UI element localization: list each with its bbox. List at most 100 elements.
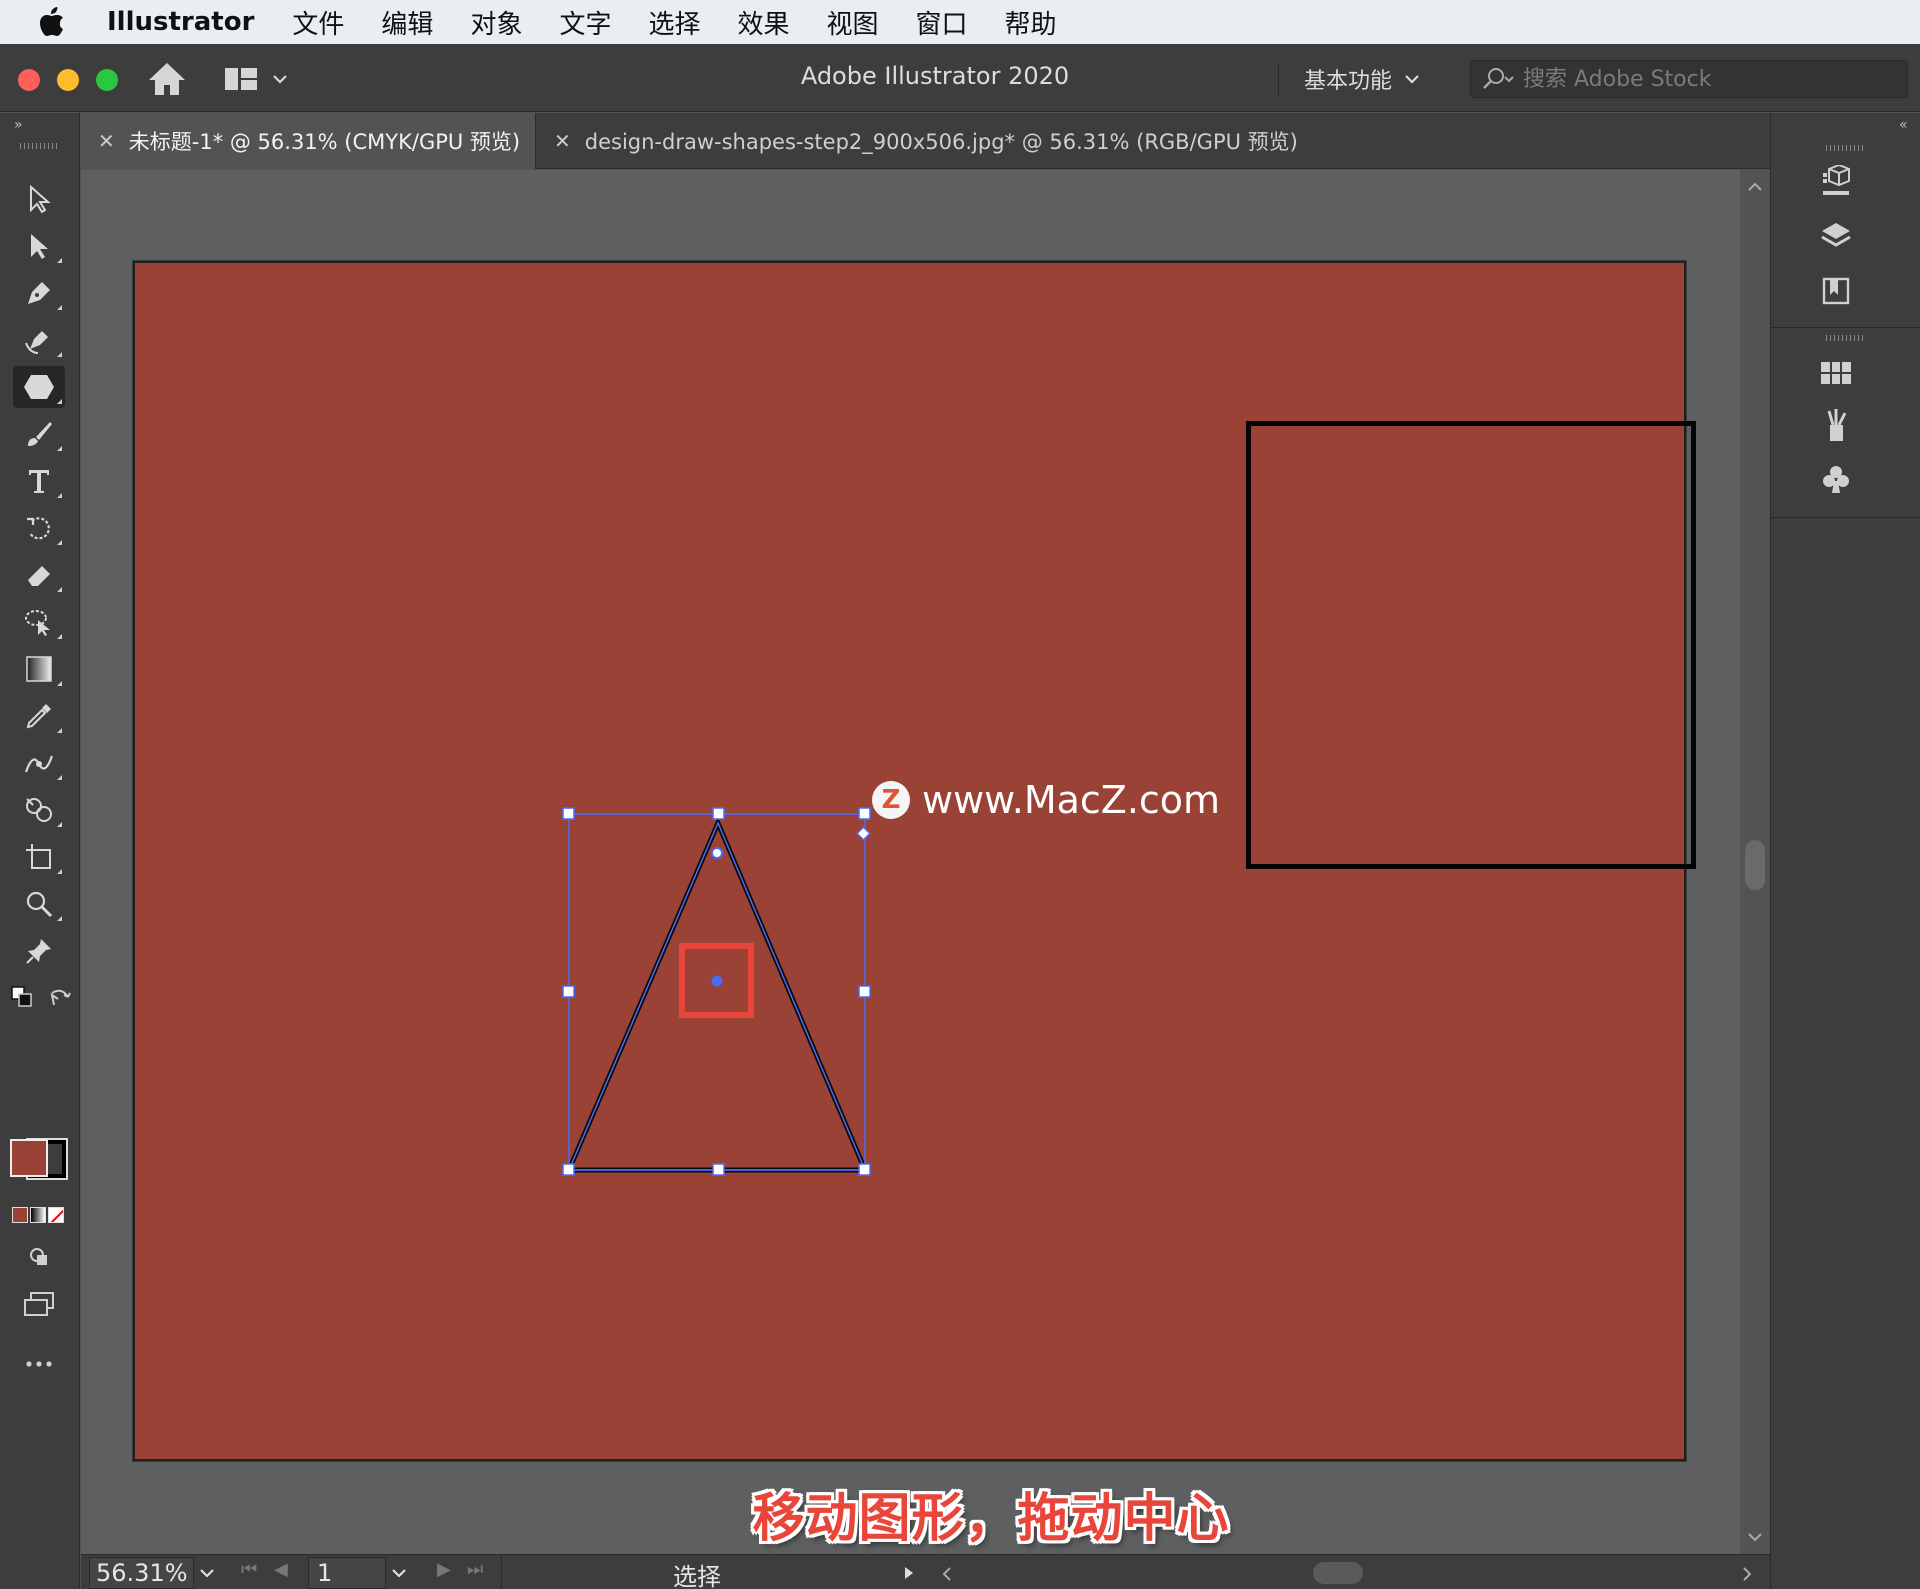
- zoom-level-value: 56.31%: [96, 1559, 188, 1587]
- search-icon: [1483, 68, 1514, 89]
- resize-handle-right[interactable]: [858, 985, 871, 998]
- artboard-tool-icon[interactable]: [13, 836, 65, 878]
- close-window-button[interactable]: [18, 69, 40, 91]
- close-tab-icon[interactable]: ✕: [98, 129, 115, 153]
- close-tab-icon[interactable]: ✕: [554, 129, 571, 153]
- zoom-dropdown-icon[interactable]: [199, 1567, 215, 1579]
- zoom-level-field[interactable]: 56.31%: [89, 1557, 194, 1589]
- resize-handle-bottom-left[interactable]: [562, 1163, 575, 1176]
- scroll-up-icon[interactable]: [1747, 182, 1763, 192]
- macos-menu-bar: Illustrator 文件 编辑 对象 文字 选择 效果 视图 窗口 帮助: [0, 0, 1920, 44]
- home-icon[interactable]: [146, 60, 188, 98]
- arrange-documents-icon: [225, 68, 257, 90]
- stock-search-box[interactable]: [1470, 60, 1908, 98]
- horizontal-scroll-thumb[interactable]: [1313, 1562, 1363, 1584]
- polygon-tool-icon[interactable]: [13, 366, 65, 408]
- next-artboard-icon[interactable]: ▶: [437, 1559, 451, 1580]
- eraser-tool-icon[interactable]: [13, 554, 65, 596]
- vertical-scrollbar[interactable]: [1740, 170, 1770, 1554]
- panel-grip[interactable]: [1826, 145, 1864, 151]
- lasso-select-tool-icon[interactable]: [13, 601, 65, 643]
- watermark-logo: Z: [872, 781, 910, 819]
- first-artboard-icon[interactable]: ⏮: [241, 1559, 257, 1580]
- brushes-panel-icon[interactable]: [1811, 403, 1861, 447]
- artboard-dropdown-icon[interactable]: [391, 1567, 407, 1579]
- menu-object[interactable]: 对象: [470, 4, 522, 41]
- menu-effect[interactable]: 效果: [737, 4, 789, 41]
- selection-tool-icon[interactable]: [13, 178, 65, 220]
- watermark-text: www.MacZ.com: [922, 778, 1221, 822]
- apple-menu-icon[interactable]: [22, 0, 82, 44]
- libraries-panel-icon[interactable]: [1811, 269, 1861, 313]
- menu-app-name[interactable]: Illustrator: [107, 7, 254, 37]
- scroll-down-icon[interactable]: [1747, 1532, 1763, 1542]
- collapse-panel-icon[interactable]: »: [14, 117, 23, 133]
- menu-file[interactable]: 文件: [292, 4, 344, 41]
- resize-handle-bottom-right[interactable]: [858, 1163, 871, 1176]
- vertical-scroll-thumb[interactable]: [1745, 840, 1765, 890]
- panel-grip[interactable]: [1826, 335, 1864, 341]
- document-canvas[interactable]: Z www.MacZ.com 移动图形，拖动中心点: [81, 170, 1753, 1554]
- last-artboard-icon[interactable]: ⏭: [467, 1559, 483, 1580]
- artboard-number-field[interactable]: 1: [308, 1557, 386, 1589]
- zoom-tool-icon[interactable]: [13, 883, 65, 925]
- draw-mode-icon[interactable]: [13, 1236, 65, 1278]
- symbols-panel-icon[interactable]: [1811, 457, 1861, 501]
- color-mode-icon[interactable]: [12, 1207, 28, 1223]
- previous-artboard-icon[interactable]: ◀: [274, 1559, 288, 1580]
- menu-window[interactable]: 窗口: [916, 4, 968, 41]
- default-colors-icon[interactable]: [10, 985, 34, 1013]
- tools-panel: »: [0, 113, 80, 1589]
- rotate-tool-icon[interactable]: [13, 507, 65, 549]
- arrange-documents-button[interactable]: [224, 64, 294, 94]
- gradient-mode-icon[interactable]: [30, 1207, 46, 1223]
- eyedropper-tool-icon[interactable]: [13, 695, 65, 737]
- color-mode-buttons: [12, 1207, 64, 1223]
- menu-select[interactable]: 选择: [648, 4, 700, 41]
- polygon-sides-widget[interactable]: [856, 826, 871, 841]
- gradient-tool-icon[interactable]: [13, 648, 65, 690]
- shape-builder-tool-icon[interactable]: [13, 789, 65, 831]
- zoom-window-button[interactable]: [96, 69, 118, 91]
- properties-panel-icon[interactable]: [1811, 161, 1861, 205]
- pen-tool-icon[interactable]: [13, 272, 65, 314]
- tab-untitled-1[interactable]: ✕ 未标题-1* @ 56.31% (CMYK/GPU 预览): [80, 113, 535, 169]
- blend-tool-icon[interactable]: [13, 742, 65, 784]
- status-menu-icon[interactable]: [903, 1565, 915, 1581]
- panel-grip[interactable]: [20, 143, 58, 149]
- menu-edit[interactable]: 编辑: [381, 4, 433, 41]
- layers-panel-icon[interactable]: [1811, 215, 1861, 259]
- screen-mode-icon[interactable]: [13, 1283, 65, 1325]
- scroll-right-icon[interactable]: [1741, 1566, 1753, 1582]
- resize-handle-left[interactable]: [562, 985, 575, 998]
- expand-panels-icon[interactable]: «: [1899, 117, 1908, 133]
- tab-design-draw-shapes[interactable]: ✕ design-draw-shapes-step2_900x506.jpg* …: [535, 113, 1365, 169]
- swap-colors-icon[interactable]: [48, 985, 74, 1013]
- menu-type[interactable]: 文字: [559, 4, 611, 41]
- scroll-left-icon[interactable]: [941, 1566, 953, 1582]
- status-bar: 56.31% ⏮ ◀ 1 ▶ ⏭ 选择: [81, 1554, 1770, 1589]
- center-point-handle[interactable]: [711, 975, 723, 987]
- menu-view[interactable]: 视图: [827, 4, 879, 41]
- swatches-panel-icon[interactable]: [1811, 351, 1861, 395]
- horizontal-scrollbar[interactable]: [941, 1558, 1761, 1588]
- more-tools-icon[interactable]: [13, 1343, 65, 1385]
- live-corner-widget[interactable]: [711, 847, 723, 859]
- workspace-switcher[interactable]: 基本功能: [1278, 62, 1458, 96]
- type-tool-icon[interactable]: [13, 460, 65, 502]
- minimize-window-button[interactable]: [57, 69, 79, 91]
- paintbrush-tool-icon[interactable]: [13, 413, 65, 455]
- pin-tool-icon[interactable]: [13, 930, 65, 972]
- bounding-box: [568, 813, 866, 1171]
- triangle-shape[interactable]: [565, 816, 869, 1173]
- resize-handle-top[interactable]: [712, 807, 725, 820]
- direct-selection-tool-icon[interactable]: [13, 225, 65, 267]
- fill-color-swatch[interactable]: [10, 1139, 48, 1177]
- menu-help[interactable]: 帮助: [1005, 4, 1057, 41]
- resize-handle-top-left[interactable]: [562, 807, 575, 820]
- none-mode-icon[interactable]: [48, 1207, 64, 1223]
- resize-handle-bottom[interactable]: [712, 1163, 725, 1176]
- curvature-tool-icon[interactable]: [13, 319, 65, 361]
- resize-handle-top-right[interactable]: [858, 807, 871, 820]
- stock-search-input[interactable]: [1523, 66, 1883, 92]
